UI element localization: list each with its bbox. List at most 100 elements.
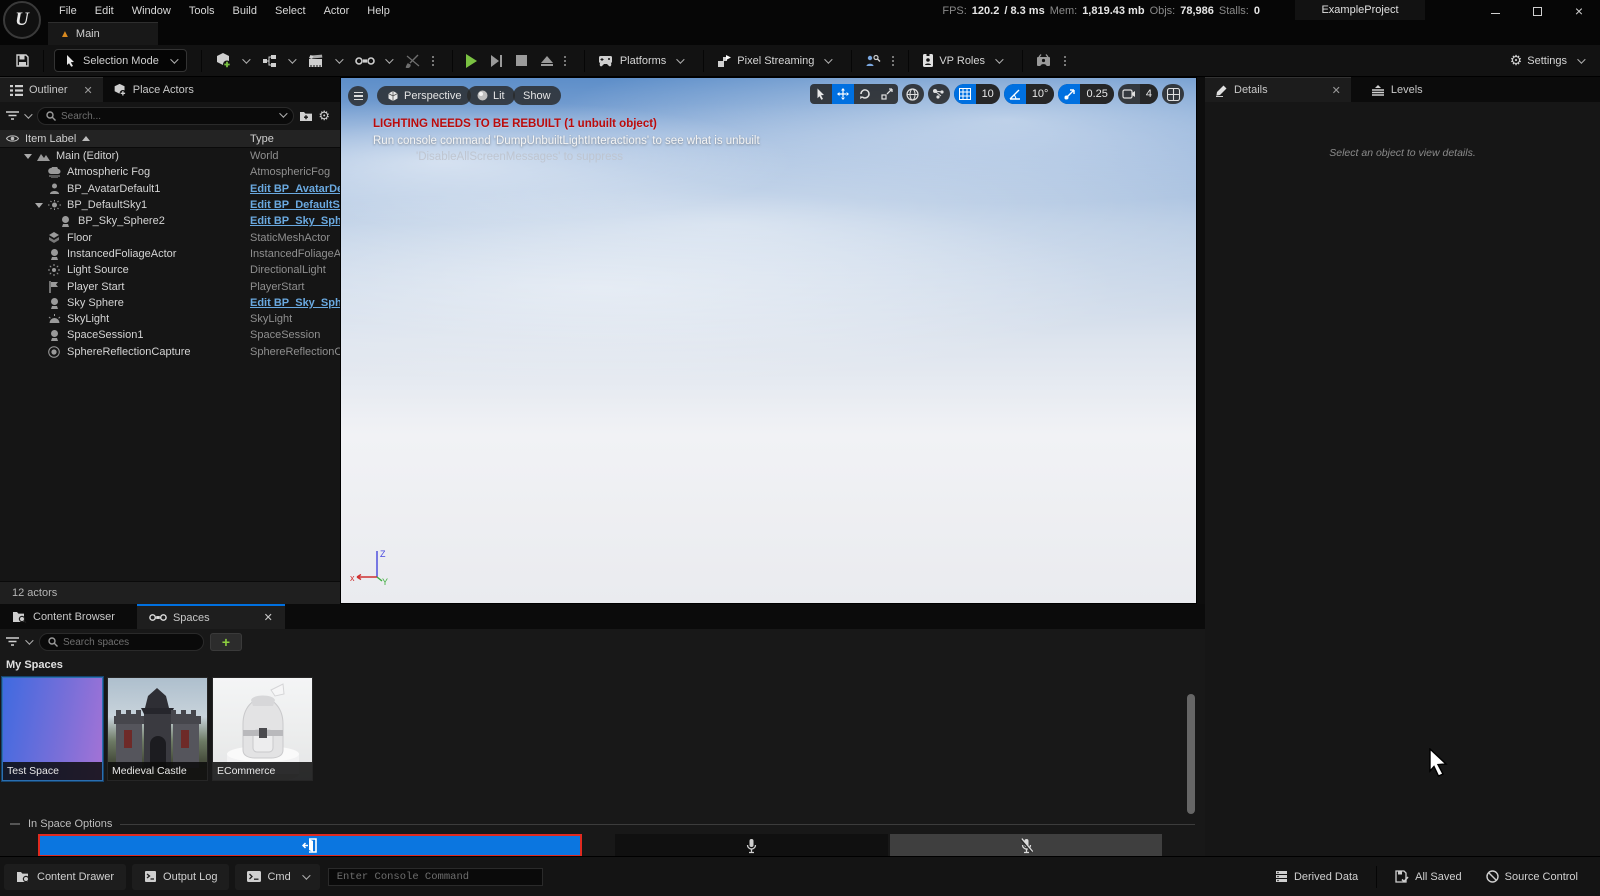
scale-snap-toggle[interactable] (1058, 84, 1080, 104)
actor-label[interactable]: InstancedFoliageActor (67, 248, 176, 260)
derived-data-button[interactable]: Derived Data (1263, 864, 1370, 890)
pixel-streaming-dropdown[interactable]: Pixel Streaming (710, 50, 837, 72)
vp-roles-dropdown[interactable]: VP Roles (915, 49, 1008, 72)
close-icon[interactable]: ✕ (1332, 84, 1341, 97)
output-log-button[interactable]: Output Log (132, 864, 229, 890)
eject-button[interactable] (534, 52, 560, 70)
microphone-button[interactable] (615, 834, 888, 857)
settings-dropdown[interactable]: ⚙ Settings (1503, 48, 1590, 73)
cinematics-dropdown[interactable] (301, 50, 348, 72)
move-tool-button[interactable] (832, 84, 854, 104)
multi-user-dots[interactable] (888, 56, 898, 66)
new-folder-icon[interactable] (299, 110, 313, 122)
actor-label[interactable]: Floor (67, 232, 92, 244)
tab-details[interactable]: Details ✕ (1205, 77, 1351, 102)
all-saved-button[interactable]: All Saved (1383, 864, 1473, 890)
tab-spaces[interactable]: Spaces ✕ (137, 604, 285, 629)
table-row[interactable]: SpaceSession1SpaceSession (0, 327, 340, 343)
world-space-toggle[interactable] (902, 84, 924, 104)
add-actor-dropdown[interactable] (208, 48, 255, 73)
actor-label[interactable]: BP_AvatarDefault1 (67, 183, 160, 195)
frame-skip-button[interactable] (484, 51, 509, 71)
tab-outliner[interactable]: Outliner ✕ (0, 77, 103, 102)
menu-help[interactable]: Help (358, 1, 399, 21)
spaces-scrollbar[interactable] (1187, 694, 1195, 814)
source-control-button[interactable]: Source Control (1474, 864, 1590, 890)
table-row[interactable]: FloorStaticMeshActor (0, 229, 340, 245)
close-icon[interactable]: ✕ (264, 611, 273, 624)
table-row[interactable]: BP_DefaultSky1 Edit BP_DefaultSk (0, 197, 340, 213)
camera-speed-button[interactable] (1118, 84, 1140, 104)
grid-snap-toggle[interactable] (954, 84, 976, 104)
table-row[interactable]: InstancedFoliageActorInstancedFoliageA (0, 246, 340, 262)
spaces-search-input[interactable] (63, 637, 195, 648)
table-row[interactable]: Player StartPlayerStart (0, 278, 340, 294)
actor-type-link[interactable]: Edit BP_Sky_Sphe (250, 215, 340, 227)
menu-window[interactable]: Window (123, 1, 180, 21)
actor-label[interactable]: SkyLight (67, 313, 109, 325)
toolbar-overflow-dots[interactable] (428, 56, 438, 66)
lit-mode-dropdown[interactable]: Lit (467, 86, 515, 105)
in-space-options-header[interactable]: In Space Options (0, 818, 1205, 830)
stop-button[interactable] (509, 51, 534, 70)
tab-content-browser[interactable]: Content Browser (0, 604, 127, 629)
camera-speed-value[interactable]: 4 (1140, 84, 1158, 104)
scale-snap-value[interactable]: 0.25 (1080, 84, 1113, 104)
viewport-layout-button[interactable] (1162, 84, 1184, 104)
perspective-dropdown[interactable]: Perspective (377, 86, 471, 105)
platforms-dropdown[interactable]: Platforms (591, 51, 689, 71)
actor-label[interactable]: BP_DefaultSky1 (67, 199, 147, 211)
actor-label[interactable]: Sky Sphere (67, 297, 124, 309)
filter-icon[interactable] (6, 111, 19, 121)
table-row[interactable]: SphereReflectionCaptureSphereReflectionC (0, 344, 340, 360)
content-drawer-button[interactable]: Content Drawer (4, 864, 126, 890)
filter-icon[interactable] (6, 637, 19, 647)
actor-type-link[interactable]: Edit BP_AvatarDe (250, 183, 340, 195)
show-dropdown[interactable]: Show (513, 86, 561, 105)
table-row[interactable]: SkyLightSkyLight (0, 311, 340, 327)
tab-main-level[interactable]: ▲ Main (48, 22, 158, 45)
tab-levels[interactable]: Levels (1361, 77, 1433, 102)
table-row[interactable]: Main (Editor)World (0, 148, 340, 164)
column-item-label[interactable]: Item Label (25, 133, 76, 145)
chevron-down-icon[interactable] (24, 110, 32, 118)
rotation-snap-value[interactable]: 10° (1026, 84, 1055, 104)
maximize-button[interactable] (1516, 0, 1558, 22)
actor-label[interactable]: BP_Sky_Sphere2 (78, 215, 165, 227)
table-row[interactable]: Light SourceDirectionalLight (0, 262, 340, 278)
chevron-down-icon[interactable] (280, 109, 288, 117)
expand-arrow-icon[interactable] (24, 154, 32, 159)
console-command-input[interactable] (328, 868, 543, 886)
actor-label[interactable]: SpaceSession1 (67, 329, 143, 341)
unreal-logo-icon[interactable]: U (3, 1, 41, 39)
grid-snap-value[interactable]: 10 (976, 84, 1000, 104)
space-card[interactable]: ECommerce (212, 677, 313, 781)
rotate-tool-button[interactable] (854, 84, 876, 104)
actor-label[interactable]: Main (Editor) (56, 150, 119, 162)
brush-button[interactable] (398, 50, 428, 72)
leave-space-button[interactable] (38, 834, 582, 857)
virtual-camera-button[interactable] (1029, 50, 1060, 72)
close-icon[interactable]: ✕ (84, 84, 93, 97)
menu-file[interactable]: File (50, 1, 86, 21)
actor-type-link[interactable]: Edit BP_Sky_Sphe (250, 297, 340, 309)
virtual-camera-dots[interactable] (1060, 56, 1070, 66)
column-type[interactable]: Type (250, 133, 274, 145)
close-button[interactable]: × (1558, 0, 1600, 22)
save-button[interactable] (8, 49, 37, 72)
chevron-down-icon[interactable] (25, 636, 33, 644)
blueprints-dropdown[interactable] (255, 50, 301, 72)
outliner-search-input[interactable] (61, 111, 269, 122)
space-card[interactable]: Medieval Castle (107, 677, 208, 781)
microphone-mute-button[interactable] (890, 834, 1162, 857)
tab-place-actors[interactable]: Place Actors (103, 77, 204, 102)
space-card[interactable]: Test Space (2, 677, 103, 781)
play-options-dots[interactable] (560, 56, 570, 66)
minimize-button[interactable] (1474, 0, 1516, 22)
menu-actor[interactable]: Actor (315, 1, 359, 21)
selection-mode-dropdown[interactable]: Selection Mode (54, 49, 187, 72)
cmd-dropdown[interactable]: Cmd (235, 864, 319, 890)
actor-type-link[interactable]: Edit BP_DefaultSk (250, 199, 340, 211)
menu-tools[interactable]: Tools (180, 1, 224, 21)
menu-select[interactable]: Select (266, 1, 315, 21)
